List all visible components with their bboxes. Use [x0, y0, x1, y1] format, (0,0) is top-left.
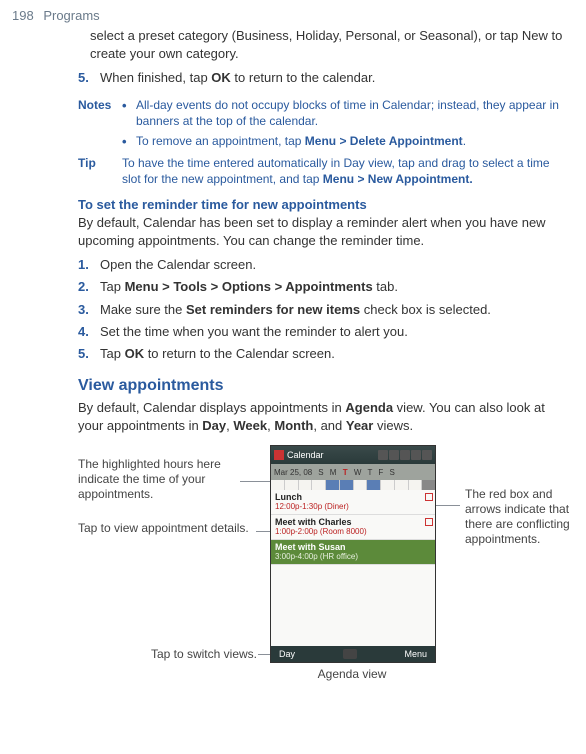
- screenshot-figure: The highlighted hours here indicate the …: [90, 445, 570, 685]
- step-text: Tap OK to return to the Calendar screen.: [100, 345, 570, 363]
- annotation-highlighted-hours: The highlighted hours here indicate the …: [78, 457, 238, 502]
- page-number: 198: [12, 8, 34, 23]
- step-item: 5. Tap OK to return to the Calendar scre…: [90, 345, 570, 363]
- signal-icon: [400, 450, 410, 460]
- figure-caption: Agenda view: [302, 667, 402, 682]
- notes-label-empty: [78, 133, 122, 151]
- tip-line: Tip To have the time entered automatical…: [90, 155, 570, 187]
- appointment-time: 12:00p-1:30p (Diner): [275, 502, 431, 511]
- step-number: 2.: [78, 278, 100, 296]
- day-hours-bar[interactable]: [271, 480, 435, 490]
- appointment-item[interactable]: Lunch 12:00p-1:30p (Diner): [271, 490, 435, 515]
- appointment-list: Lunch 12:00p-1:30p (Diner) Meet with Cha…: [271, 490, 435, 565]
- annotation-conflict: The red box and arrows indicate that the…: [465, 487, 570, 547]
- step-item: 4. Set the time when you want the remind…: [90, 323, 570, 341]
- keyboard-icon[interactable]: [343, 649, 357, 659]
- content-body: select a preset category (Business, Holi…: [0, 23, 586, 685]
- connector-line: [436, 505, 460, 506]
- appointment-time: 3:00p-4:00p (HR office): [275, 552, 431, 561]
- step-list-top: 5. When finished, tap OK to return to th…: [90, 69, 570, 87]
- connector-line: [240, 481, 270, 482]
- appointment-title: Meet with Charles: [275, 517, 431, 527]
- reminder-paragraph: By default, Calendar has been set to dis…: [78, 214, 570, 250]
- note-line: • To remove an appointment, tap Menu > D…: [90, 133, 570, 151]
- step-number: 5.: [78, 69, 100, 87]
- window-titlebar: Calendar: [271, 446, 435, 464]
- date-label: Mar 25, 08: [274, 468, 312, 477]
- note-text: To remove an appointment, tap Menu > Del…: [136, 133, 570, 151]
- step-text: Tap Menu > Tools > Options > Appointment…: [100, 278, 570, 296]
- heading-view-appointments: View appointments: [78, 377, 570, 395]
- tip-label: Tip: [78, 155, 122, 187]
- connector-line: [258, 654, 270, 655]
- annotation-switch-views: Tap to switch views.: [132, 647, 257, 662]
- appointment-title: Meet with Susan: [275, 542, 431, 552]
- status-icon: [389, 450, 399, 460]
- weekday-letters[interactable]: S M T W T F S: [318, 468, 397, 477]
- note-line: Notes • All-day events do not occupy blo…: [90, 97, 570, 129]
- calendar-screenshot: Calendar Mar 25, 08 S M T W T F S: [270, 445, 436, 663]
- softkey-bar: Day Menu: [271, 646, 435, 662]
- step-item: 3. Make sure the Set reminders for new i…: [90, 301, 570, 319]
- notes-block: Notes • All-day events do not occupy blo…: [90, 97, 570, 187]
- app-icon: [274, 450, 284, 460]
- bullet-icon: •: [122, 97, 136, 129]
- appointment-item[interactable]: Meet with Charles 1:00p-2:00p (Room 8000…: [271, 515, 435, 540]
- annotation-tap-details: Tap to view appointment details.: [78, 521, 253, 536]
- status-icon: [378, 450, 388, 460]
- step-item: 5. When finished, tap OK to return to th…: [90, 69, 570, 87]
- intro-text: select a preset category (Business, Holi…: [90, 27, 570, 63]
- speaker-icon: [411, 450, 421, 460]
- tip-text: To have the time entered automatically i…: [122, 155, 570, 187]
- reminder-steps: 1. Open the Calendar screen. 2. Tap Menu…: [90, 256, 570, 363]
- appointment-title: Lunch: [275, 492, 431, 502]
- close-icon[interactable]: [422, 450, 432, 460]
- step-text: Make sure the Set reminders for new item…: [100, 301, 570, 319]
- subheading-reminder: To set the reminder time for new appoint…: [78, 197, 570, 212]
- appointment-time: 1:00p-2:00p (Room 8000): [275, 527, 431, 536]
- step-number: 5.: [78, 345, 100, 363]
- page-header: 198 Programs: [0, 0, 586, 23]
- softkey-right[interactable]: Menu: [404, 649, 427, 659]
- window-title: Calendar: [287, 450, 324, 460]
- view-paragraph: By default, Calendar displays appointmen…: [78, 399, 570, 435]
- notes-label: Notes: [78, 97, 122, 129]
- step-number: 4.: [78, 323, 100, 341]
- step-number: 1.: [78, 256, 100, 274]
- note-text: All-day events do not occupy blocks of t…: [136, 97, 570, 129]
- step-number: 3.: [78, 301, 100, 319]
- step-text: When finished, tap OK to return to the c…: [100, 69, 570, 87]
- step-text: Set the time when you want the reminder …: [100, 323, 570, 341]
- date-navigation-bar[interactable]: Mar 25, 08 S M T W T F S: [271, 464, 435, 480]
- step-item: 2. Tap Menu > Tools > Options > Appointm…: [90, 278, 570, 296]
- bullet-icon: •: [122, 133, 136, 151]
- step-text: Open the Calendar screen.: [100, 256, 570, 274]
- step-item: 1. Open the Calendar screen.: [90, 256, 570, 274]
- conflict-indicator-icon: [425, 493, 433, 501]
- page-section-title: Programs: [43, 8, 99, 23]
- connector-line: [256, 531, 270, 532]
- appointment-item-selected[interactable]: Meet with Susan 3:00p-4:00p (HR office): [271, 540, 435, 565]
- softkey-left[interactable]: Day: [279, 649, 295, 659]
- conflict-indicator-icon: [425, 518, 433, 526]
